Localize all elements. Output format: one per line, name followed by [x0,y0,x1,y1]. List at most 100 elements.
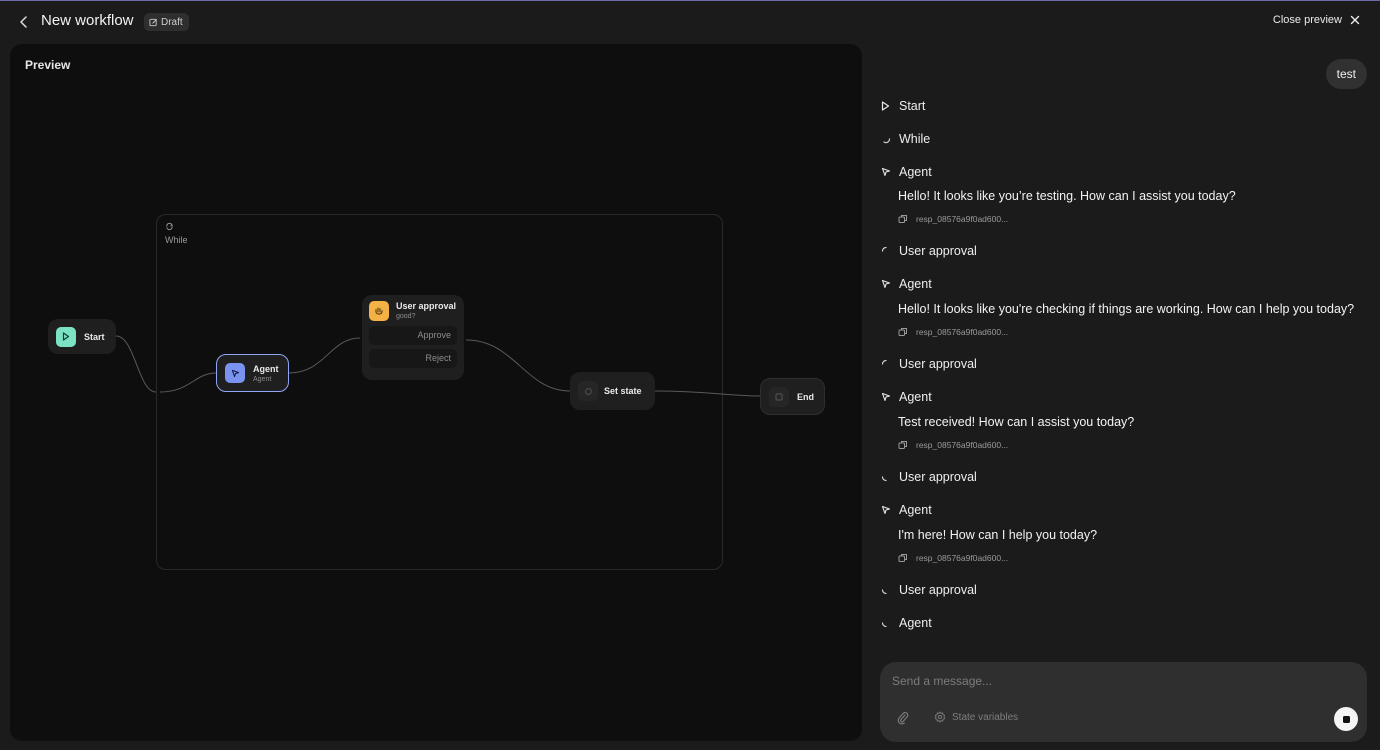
user-message-bubble: test [1325,59,1367,89]
set-state-node-label: Set state [604,386,642,396]
approval-node-sublabel: good? [396,313,416,320]
step-agent[interactable]: Agent [880,390,932,404]
step-label: Agent [899,277,932,291]
response-id[interactable]: resp_08576a9f0ad600... [898,440,1008,450]
page-title: New workflow [41,12,134,29]
spinner-icon [881,622,887,628]
close-preview-label: Close preview [1272,14,1342,26]
response-id-text: resp_08576a9f0ad600... [916,440,1009,450]
hand-icon [375,307,383,315]
agent-node-sublabel: Agent [253,375,272,383]
stop-icon [1342,715,1350,723]
step-label: Agent [899,616,932,630]
cursor-icon [231,369,239,377]
response-id[interactable]: resp_08576a9f0ad600... [898,553,1008,563]
start-node-label: Start [84,331,105,342]
attach-button[interactable] [896,711,910,725]
response-id-text: resp_08576a9f0ad600... [916,553,1009,563]
end-node-icon [769,386,789,407]
step-label: Agent [899,503,932,517]
response-id[interactable]: resp_08576a9f0ad600... [898,214,1008,224]
state-variables-button[interactable]: State variables [934,711,1018,723]
copy-icon [898,215,907,223]
close-preview-button[interactable]: Close preview [1273,14,1360,26]
spinner-icon [882,138,890,144]
draft-badge: Draft [144,13,189,31]
end-node-label: End [797,391,814,402]
node-user-approval[interactable]: User approval good? Approve Reject [362,295,464,380]
step-label: Start [899,99,926,113]
node-set-state[interactable]: Set state [570,372,655,410]
step-user-approval[interactable]: User approval [880,357,977,371]
agent-icon [881,505,890,515]
agent-node-label: Agent [253,363,279,374]
chat-panel: test Start While Agent Hello! It looks l… [862,44,1380,660]
workflow-canvas[interactable]: Preview While Start Agent Agent User app… [10,44,862,741]
play-icon [62,332,70,341]
approval-node-label: User approval [396,301,457,311]
edge-approval-setstate [465,339,571,392]
approve-option[interactable]: Approve [369,326,457,345]
edge-start-while [115,335,157,393]
spinner-icon [881,359,887,365]
draft-badge-label: Draft [161,16,183,28]
message-input[interactable] [892,672,1322,690]
step-agent[interactable]: Agent [880,503,932,517]
edge-while-agent [159,372,217,393]
step-while[interactable]: While [880,132,930,146]
copy-icon [898,328,907,336]
step-label: User approval [899,583,977,597]
step-label: While [899,132,931,146]
copy-icon [898,554,907,562]
agent-icon [881,392,890,402]
agent-node-icon [225,363,245,383]
close-icon [1350,15,1360,25]
agent-message: I'm here! How can I help you today? [898,528,1098,542]
step-user-approval[interactable]: User approval [880,470,977,484]
node-start[interactable]: Start [48,319,116,354]
state-icon [584,387,592,395]
reject-option[interactable]: Reject [369,349,457,368]
agent-message: Hello! It looks like you're checking if … [898,302,1355,316]
step-label: User approval [899,470,977,484]
agent-message: Test received! How can I assist you toda… [898,415,1135,429]
edge-agent-approval [288,337,361,374]
workflow-edges [115,335,761,397]
step-agent[interactable]: Agent [880,277,932,291]
set-state-node-icon [578,381,598,401]
copy-icon [898,441,907,449]
response-id[interactable]: resp_08576a9f0ad600... [898,327,1008,337]
node-agent[interactable]: Agent Agent [216,354,289,392]
edge-setstate-end [654,390,761,397]
play-icon [881,101,890,111]
message-composer: State variables [880,662,1367,742]
agent-icon [881,167,890,177]
step-agent-running[interactable]: Agent [880,616,932,630]
step-agent[interactable]: Agent [880,165,932,179]
step-start[interactable]: Start [880,99,925,113]
agent-message: Hello! It looks like you’re testing. How… [898,189,1236,203]
agent-icon [881,279,890,289]
spinner-icon [881,476,887,482]
response-id-text: resp_08576a9f0ad600... [916,214,1009,224]
step-label: User approval [899,244,977,258]
spinner-icon [881,589,887,595]
stop-button[interactable] [1334,707,1358,731]
response-id-text: resp_08576a9f0ad600... [916,327,1009,337]
edit-icon [149,18,158,26]
stop-square-icon [775,393,783,400]
step-label: Agent [899,390,932,404]
spinner-icon [881,246,887,252]
paperclip-icon [897,712,909,725]
step-user-approval[interactable]: User approval [880,583,977,597]
back-button[interactable] [14,12,34,32]
chevron-left-icon [20,16,27,28]
step-label: User approval [899,357,977,371]
start-node-icon [56,326,76,347]
step-user-approval[interactable]: User approval [880,244,977,258]
node-end[interactable]: End [760,378,825,415]
approval-node-icon [369,301,389,321]
state-variables-label: State variables [952,711,1019,723]
gear-icon [934,711,946,723]
step-label: Agent [899,165,932,179]
